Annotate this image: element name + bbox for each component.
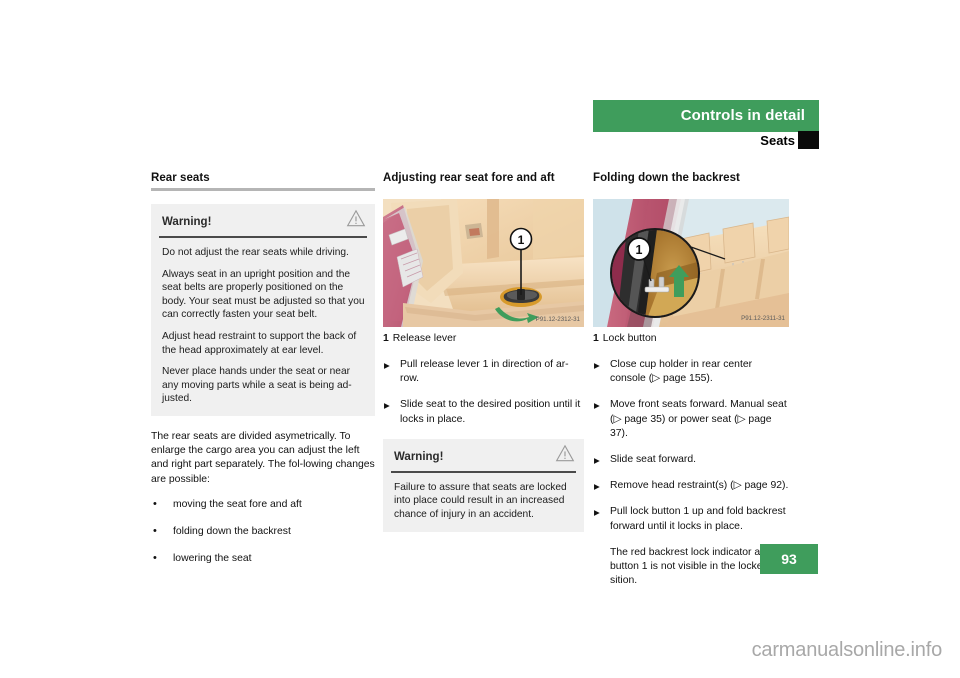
warning-header: Warning! <box>383 439 584 469</box>
heading-underline <box>151 188 375 191</box>
svg-text:P91.12-2311-31: P91.12-2311-31 <box>741 315 785 322</box>
warning-body: Failure to assure that seats are locked … <box>383 473 584 532</box>
warning-body: Do not adjust the rear seats while drivi… <box>151 238 375 416</box>
caption-number: 1 <box>383 333 389 344</box>
caption-number: 1 <box>593 333 599 344</box>
caption-text: Lock button <box>602 333 657 344</box>
section-title: Seats <box>760 133 795 148</box>
caption-text: Release lever <box>392 333 457 344</box>
right-column: Folding down the backrest 1 P91.12-2311-… <box>593 172 789 600</box>
page-number: 93 <box>760 544 818 574</box>
list-item: Move front seats forward. Manual seat (▷… <box>593 398 789 441</box>
svg-text:P91.12-2312-31: P91.12-2312-31 <box>536 316 581 323</box>
chapter-title: Controls in detail <box>680 107 805 124</box>
warning-box-middle: Warning! Failure to assure that seats ar… <box>383 438 584 532</box>
figure-caption-middle: 1 Release lever <box>383 332 584 346</box>
left-column: Rear seats Warning! Do not adjust the re… <box>151 172 375 579</box>
watermark: carmanualsonline.info <box>751 639 943 661</box>
list-item: Slide seat to the desired position until… <box>383 398 584 426</box>
list-item: folding down the backrest <box>151 524 375 539</box>
list-item: Pull lock button 1 up and fold backrest … <box>593 505 789 533</box>
warning-header: Warning! <box>151 204 375 234</box>
backrest-lock-button-illustration: 1 P91.12-2311-31 <box>593 199 789 327</box>
svg-text:1: 1 <box>636 243 643 257</box>
list-item: Close cup holder in rear center console … <box>593 358 789 386</box>
rear-seat-release-lever-illustration: 1 P91.12-2312-31 <box>383 199 584 327</box>
warning-paragraph: Do not adjust the rear seats while drivi… <box>162 247 349 258</box>
figure-caption-right: 1 Lock button <box>593 332 789 346</box>
manual-page: Controls in detail Seats Rear seats Warn… <box>0 0 960 678</box>
list-item: Slide seat forward. <box>593 453 789 468</box>
intro-paragraph: The rear seats are divided asymetrically… <box>151 430 375 485</box>
warning-paragraph: Adjust head restraint to support the bac… <box>162 330 357 356</box>
section-header-row: Seats <box>593 131 819 150</box>
warning-paragraph: Failure to assure that seats are locked … <box>394 481 567 520</box>
svg-text:1: 1 <box>518 233 525 247</box>
list-item: Pull release lever 1 in direction of ar-… <box>383 358 584 386</box>
possible-changes-list: moving the seat fore and aft folding dow… <box>151 497 375 567</box>
warning-paragraph: Never place hands under the seat or near… <box>162 366 352 405</box>
left-column-heading: Rear seats <box>151 172 210 184</box>
middle-column-heading: Adjusting rear seat fore and aft <box>383 172 555 184</box>
chapter-header-bar: Controls in detail <box>593 100 819 132</box>
list-item: moving the seat fore and aft <box>151 497 375 512</box>
warning-label: Warning! <box>162 216 212 228</box>
right-column-heading: Folding down the backrest <box>593 172 740 184</box>
middle-steps-list: Pull release lever 1 in direction of ar-… <box>383 358 584 427</box>
warning-triangle-icon <box>555 444 575 462</box>
warning-box-left: Warning! Do not adjust the rear seats wh… <box>151 204 375 416</box>
section-marker-square <box>798 131 819 149</box>
warning-label: Warning! <box>394 450 444 463</box>
list-item: lowering the seat <box>151 551 375 566</box>
warning-paragraph: Always seat in an upright position and t… <box>162 268 365 321</box>
warning-triangle-icon <box>346 209 366 227</box>
list-item: Remove head restraint(s) (▷ page 92). <box>593 479 789 494</box>
middle-column: Adjusting rear seat fore and aft 1 P91.1… <box>383 172 584 546</box>
